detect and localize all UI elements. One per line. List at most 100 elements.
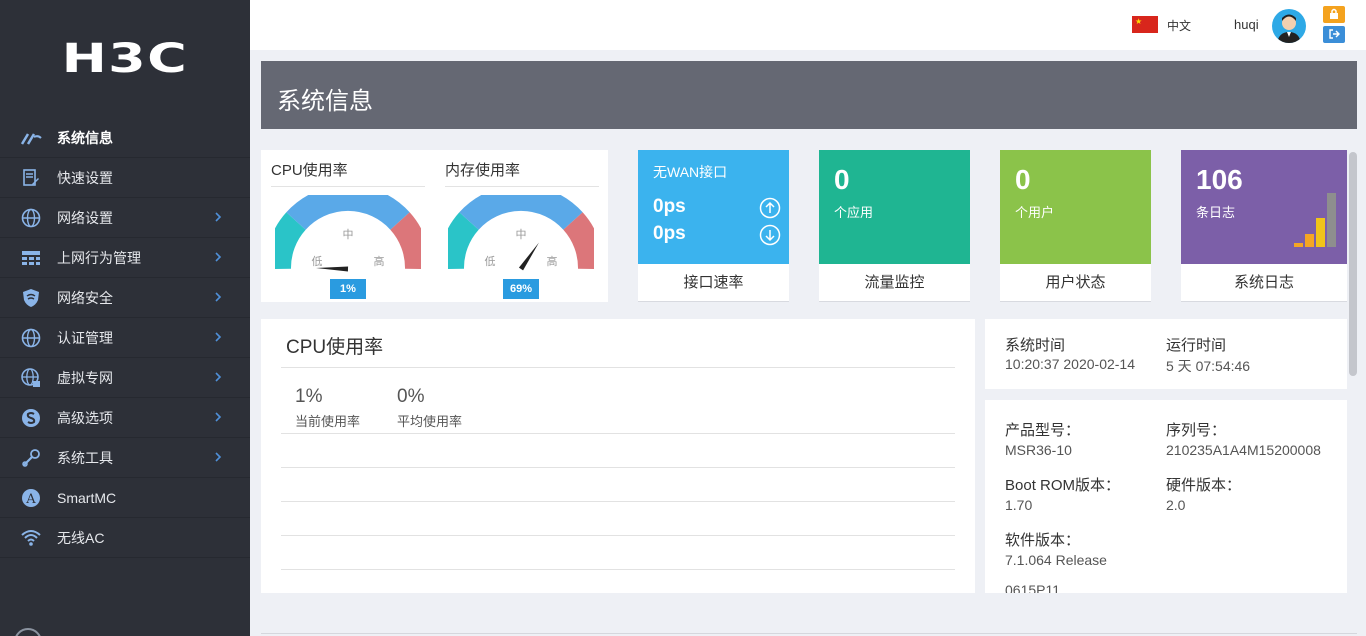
system-time-label: 系统时间 xyxy=(1005,334,1065,355)
grid-table-icon xyxy=(20,247,42,269)
globe-lock-icon xyxy=(20,367,42,389)
interface-rate-tile[interactable]: 无WAN接口 0ps 0ps 接口速率 xyxy=(638,150,789,302)
logout-icon xyxy=(1329,26,1340,44)
traffic-monitor-tile-header: 0 个应用 xyxy=(819,150,970,264)
avatar[interactable] xyxy=(1272,9,1306,43)
gauge-high-label: 高 xyxy=(547,254,558,268)
gauge-icon xyxy=(20,127,42,149)
sidebar-item-system-info[interactable]: 系统信息 xyxy=(0,118,250,158)
divider xyxy=(271,186,425,187)
user-count-label: 个用户 xyxy=(1015,202,1054,221)
app-count-label: 个应用 xyxy=(834,202,873,221)
memory-gauge-title: 内存使用率 xyxy=(445,159,520,180)
cpu-usage-badge: 1% xyxy=(330,279,366,299)
sidebar-item-auth-management[interactable]: 认证管理 xyxy=(0,318,250,358)
user-status-tile[interactable]: 0 个用户 用户状态 xyxy=(1000,150,1151,302)
sidebar-item-quick-setup[interactable]: 快速设置 xyxy=(0,158,250,198)
software-version-value-2: 0615P11 xyxy=(1005,582,1060,593)
cpu-gauge-title: CPU使用率 xyxy=(271,159,348,180)
sidebar-item-label: 网络安全 xyxy=(57,288,113,308)
gear-s-icon xyxy=(20,407,42,429)
product-model-value: MSR36-10 xyxy=(1005,442,1072,458)
chevron-right-icon xyxy=(214,450,222,468)
current-usage-value: 1% xyxy=(295,386,322,408)
usage-gauges-card: CPU使用率 中 低 高 1% 内存使用率 中 低 高 69% xyxy=(261,150,608,302)
hardware-version-value: 2.0 xyxy=(1166,497,1185,513)
interface-rate-link[interactable]: 接口速率 xyxy=(638,264,789,302)
system-time-panel: 系统时间 10:20:37 2020-02-14 运行时间 5 天 07:54:… xyxy=(985,319,1347,389)
software-version-value: 7.1.064 Release xyxy=(1005,552,1107,568)
bootrom-version-label: Boot ROM版本： xyxy=(1005,474,1120,495)
uptime-value: 5 天 07:54:46 xyxy=(1166,356,1250,376)
china-flag-icon[interactable]: ★ xyxy=(1132,16,1158,33)
sidebar-item-label: 系统信息 xyxy=(57,128,113,148)
sidebar-item-network-security[interactable]: 网络安全 xyxy=(0,278,250,318)
logo-text: H3C xyxy=(62,36,188,82)
chevron-right-icon xyxy=(214,290,222,308)
divider xyxy=(261,633,1357,634)
chart-gridline xyxy=(281,501,955,502)
language-selector[interactable]: 中文 xyxy=(1167,17,1191,34)
system-log-tile[interactable]: 106 条日志 系统日志 xyxy=(1181,150,1347,302)
sidebar-item-label: 高级选项 xyxy=(57,408,113,428)
smartmc-a-icon: A xyxy=(20,487,42,509)
page-header: 系统信息 xyxy=(261,61,1357,129)
traffic-monitor-tile[interactable]: 0 个应用 流量监控 xyxy=(819,150,970,302)
sidebar-item-system-tools[interactable]: 系统工具 xyxy=(0,438,250,478)
shield-icon xyxy=(20,287,42,309)
globe-icon xyxy=(20,327,42,349)
serial-number-value: 210235A1A4M15200008 xyxy=(1166,442,1328,458)
sidebar-item-wireless-ac[interactable]: 无线AC xyxy=(0,518,250,558)
sidebar-item-label: 认证管理 xyxy=(57,328,113,348)
system-log-tile-header: 106 条日志 xyxy=(1181,150,1347,264)
chevron-right-icon xyxy=(214,250,222,268)
wan-interface-label: 无WAN接口 xyxy=(653,162,727,182)
chart-gridline xyxy=(281,535,955,536)
cpu-usage-panel: CPU使用率 1% 当前使用率 0% 平均使用率 xyxy=(261,319,975,593)
system-log-link[interactable]: 系统日志 xyxy=(1181,264,1347,302)
chevron-right-icon xyxy=(214,330,222,348)
serial-number-label: 序列号： xyxy=(1166,419,1226,440)
chevron-right-icon xyxy=(214,210,222,228)
hardware-version-label: 硬件版本： xyxy=(1166,474,1241,495)
gauge-needle xyxy=(519,241,541,270)
sidebar-item-network-settings[interactable]: 网络设置 xyxy=(0,198,250,238)
sidebar-item-smartmc[interactable]: A SmartMC xyxy=(0,478,250,518)
device-info-panel: 产品型号： MSR36-10 序列号： 210235A1A4M15200008 … xyxy=(985,400,1347,593)
edit-document-icon xyxy=(20,167,42,189)
log-count-label: 条日志 xyxy=(1196,202,1235,221)
page-title: 系统信息 xyxy=(277,81,373,116)
product-model-label: 产品型号： xyxy=(1005,419,1080,440)
sidebar-collapse-icon[interactable] xyxy=(14,628,42,636)
sidebar-item-label: 虚拟专网 xyxy=(57,368,113,388)
logout-button[interactable] xyxy=(1323,26,1345,43)
memory-usage-badge: 69% xyxy=(503,279,539,299)
traffic-monitor-link[interactable]: 流量监控 xyxy=(819,264,970,302)
tx-rate-value: 0ps xyxy=(653,223,686,245)
lock-button[interactable] xyxy=(1323,6,1345,23)
sidebar-item-vpn[interactable]: 虚拟专网 xyxy=(0,358,250,398)
sidebar-item-label: SmartMC xyxy=(57,490,116,506)
memory-gauge: 中 低 高 xyxy=(448,195,594,277)
divider xyxy=(281,367,955,368)
chart-gridline xyxy=(281,433,955,434)
bar-chart-icon xyxy=(1293,192,1339,253)
sidebar-item-advanced[interactable]: 高级选项 xyxy=(0,398,250,438)
chart-gridline xyxy=(281,569,955,570)
gauge-mid-label: 中 xyxy=(516,228,527,241)
username[interactable]: huqi xyxy=(1234,17,1259,32)
sidebar-item-behavior-management[interactable]: 上网行为管理 xyxy=(0,238,250,278)
uptime-label: 运行时间 xyxy=(1166,334,1226,355)
software-version-label: 软件版本： xyxy=(1005,529,1080,550)
user-count: 0 xyxy=(1015,164,1031,196)
user-status-link[interactable]: 用户状态 xyxy=(1000,264,1151,302)
gauge-high-label: 高 xyxy=(374,254,385,268)
arrow-up-circle-icon xyxy=(759,197,781,219)
chart-gridline xyxy=(281,467,955,468)
scrollbar-thumb[interactable] xyxy=(1349,152,1357,376)
log-count: 106 xyxy=(1196,164,1243,196)
sidebar-item-label: 网络设置 xyxy=(57,208,113,228)
sidebar: H3C 系统信息 快速设置 网络设置 上网行为管理 网络安全 xyxy=(0,0,250,636)
wrench-icon xyxy=(20,447,42,469)
chevron-right-icon xyxy=(214,410,222,428)
